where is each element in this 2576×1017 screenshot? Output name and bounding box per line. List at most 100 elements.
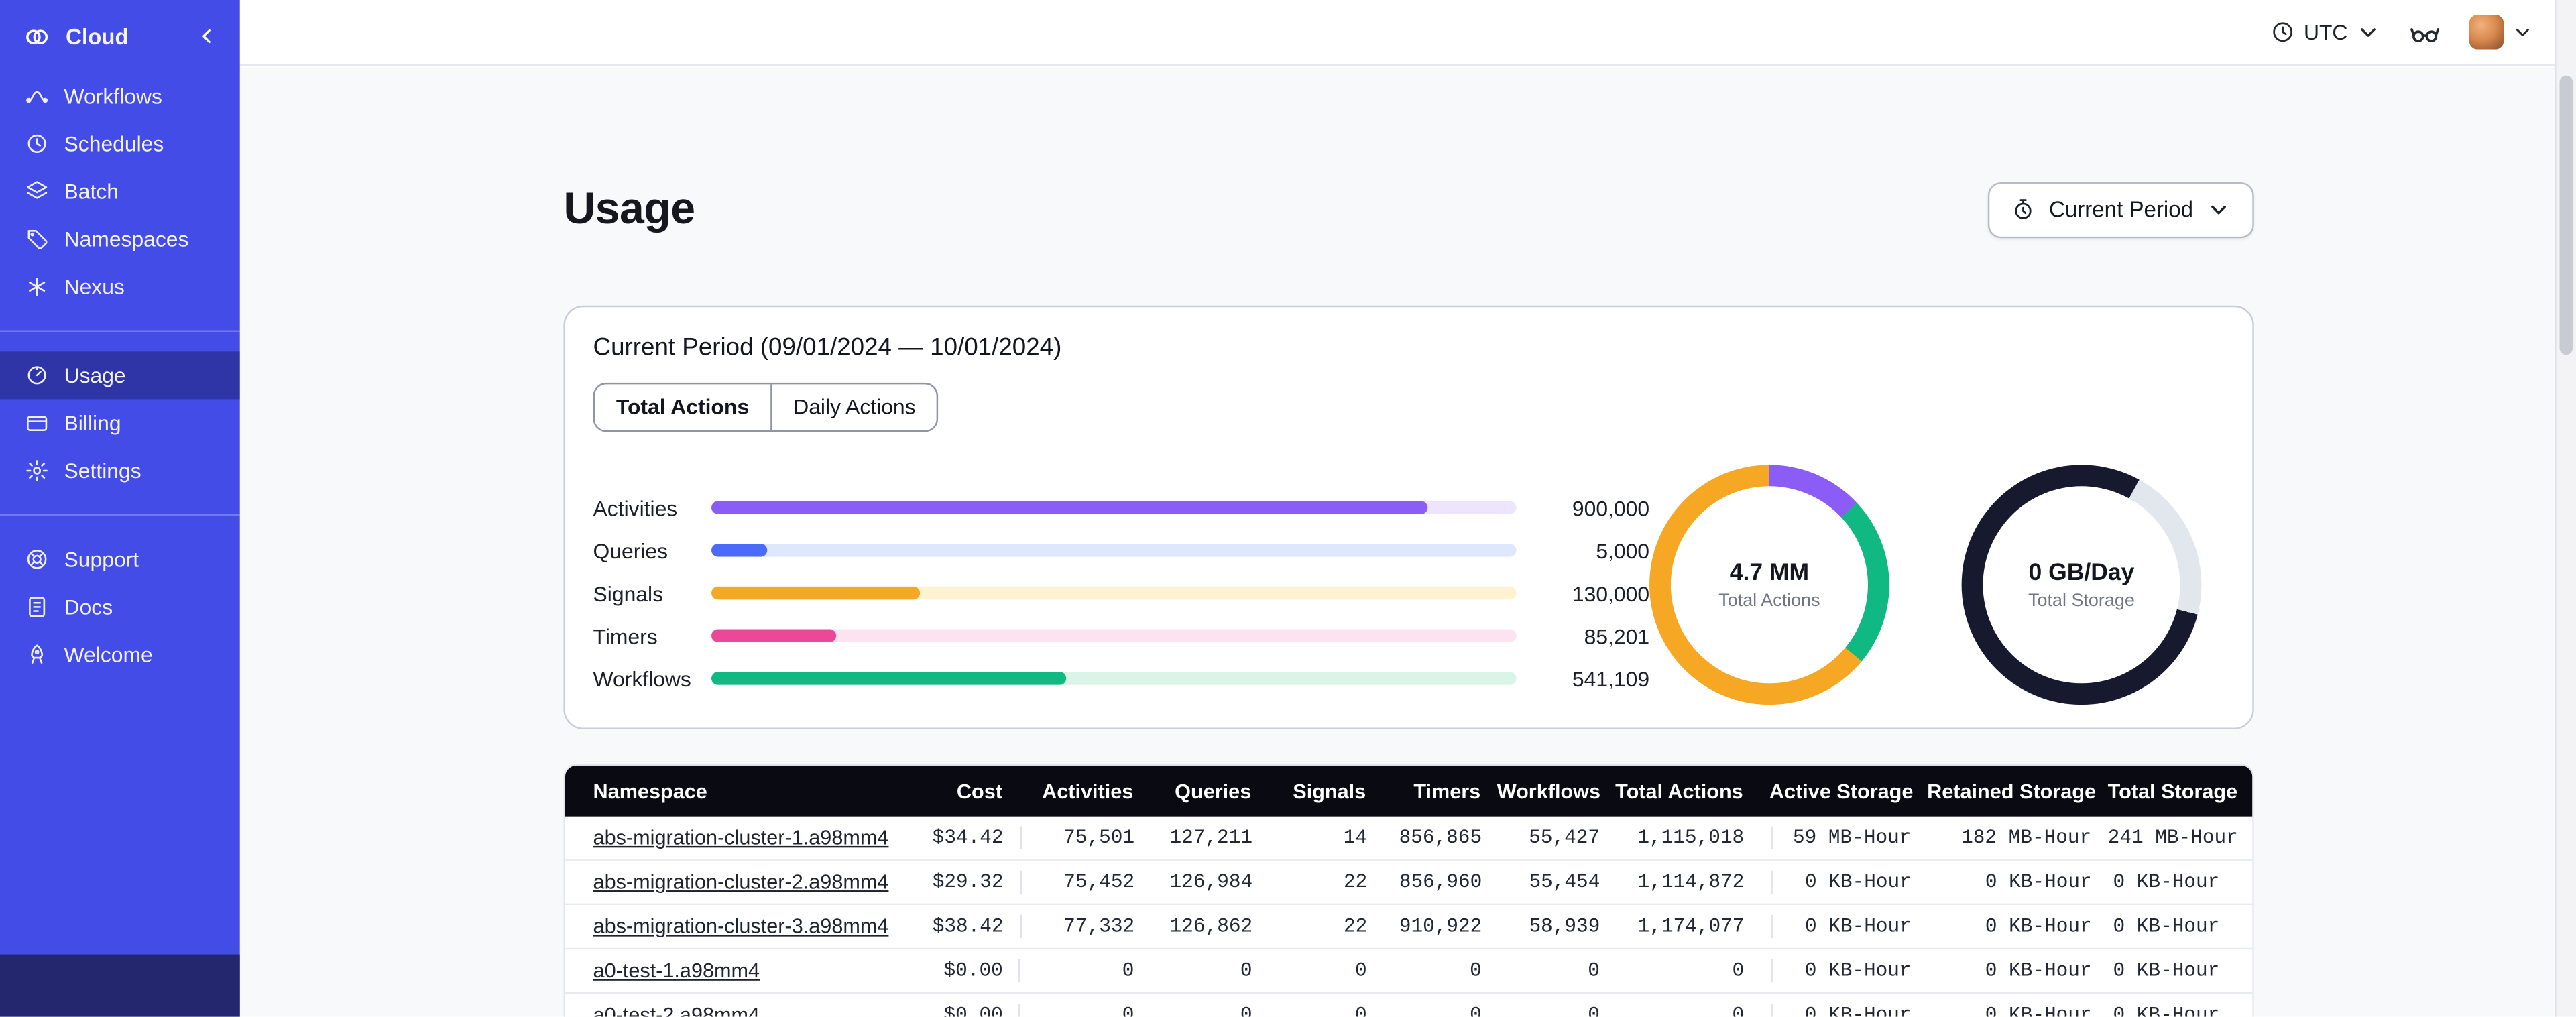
sidebar: Cloud Workflows Schedules Batch Namespaces N… <box>0 0 240 1017</box>
cell-activities: 75,452 <box>1020 871 1151 894</box>
tab-daily-actions[interactable]: Daily Actions <box>770 384 937 431</box>
sidebar-item-usage[interactable]: Usage <box>0 351 240 400</box>
sidebar-divider <box>0 330 240 332</box>
cell-timers: 910,922 <box>1399 915 1482 939</box>
cell-queries: 127,211 <box>1169 826 1253 850</box>
user-menu[interactable] <box>2469 15 2534 50</box>
cell-activities: 75,501 <box>1020 826 1151 850</box>
collapse-sidebar-button[interactable] <box>194 23 220 49</box>
sidebar-item-label: Settings <box>64 458 141 483</box>
bar-value: 85,201 <box>1584 623 1650 649</box>
table-body: abs-migration-cluster-1.a98mm4 $34.42 75,5… <box>565 817 2253 1017</box>
sidebar-item-batch[interactable]: Batch <box>0 168 240 215</box>
glasses-icon-button[interactable] <box>2408 15 2441 48</box>
cell-namespace: abs-migration-cluster-3.a98mm4 <box>565 912 889 941</box>
timezone-selector[interactable]: UTC <box>2271 19 2380 44</box>
sidebar-item-billing[interactable]: Billing <box>0 399 240 446</box>
page-title: Usage <box>563 184 695 234</box>
sidebar-item-nexus[interactable]: Nexus <box>0 263 240 310</box>
cell-cost: $0.00 <box>943 959 1003 983</box>
cell-signals: 22 <box>1343 915 1368 939</box>
cell-activities: 0 <box>1019 1004 1151 1017</box>
bar-row-queries: Queries 5,000 <box>593 529 1650 572</box>
cell-signals: 0 <box>1355 1004 1367 1017</box>
column-header-timers: Timers <box>1413 780 1481 803</box>
table-row: abs-migration-cluster-2.a98mm4 $29.32 75,4… <box>565 861 2253 906</box>
bar-track <box>711 629 1517 643</box>
cell-namespace: a0-test-1.a98mm4 <box>565 956 885 985</box>
table-row: abs-migration-cluster-1.a98mm4 $34.42 75,5… <box>565 817 2253 861</box>
scrollbar-thumb[interactable] <box>2559 75 2573 355</box>
total-actions-value: 4.7 MM <box>1729 559 1810 586</box>
table-row: abs-migration-cluster-3.a98mm4 $38.42 77,3… <box>565 905 2253 950</box>
schedules-icon <box>25 131 50 156</box>
cell-namespace: a0-test-2.a98mm4 <box>565 1001 885 1016</box>
cell-cost: $29.32 <box>932 871 1004 894</box>
sidebar-item-label: Nexus <box>64 274 125 299</box>
bar-value: 5,000 <box>1596 538 1650 563</box>
column-header-activities: Activities <box>1042 780 1134 803</box>
total-storage-value: 0 GB/Day <box>2028 559 2135 586</box>
sidebar-item-label: Usage <box>64 363 126 388</box>
bar-track <box>711 501 1517 515</box>
column-header-namespace: Namespace <box>593 780 707 803</box>
sidebar-item-schedules[interactable]: Schedules <box>0 120 240 168</box>
cell-timers: 0 <box>1470 1004 1482 1017</box>
cell-workflows: 0 <box>1588 959 1600 983</box>
cell-workflows: 0 <box>1588 1004 1600 1017</box>
column-header-cost: Cost <box>956 780 1002 803</box>
sidebar-item-support[interactable]: Support <box>0 536 240 583</box>
cell-active-storage: 0 KB-Hour <box>1770 915 1928 939</box>
cell-activities: 0 <box>1019 959 1151 983</box>
sidebar-item-namespaces[interactable]: Namespaces <box>0 215 240 263</box>
column-header-retained-storage: Retained Storage <box>1927 780 2097 803</box>
cell-cost: $38.42 <box>932 915 1004 939</box>
chevron-down-icon <box>2516 29 2529 36</box>
bar-fill <box>711 672 1066 686</box>
bar-label: Workflows <box>593 666 691 691</box>
bar-fill <box>711 587 921 600</box>
bar-row-signals: Signals 130,000 <box>593 572 1650 615</box>
cell-retained-storage: 0 KB-Hour <box>1985 915 2092 939</box>
cell-total-actions: 1,174,077 <box>1637 915 1745 939</box>
welcome-icon <box>25 642 50 667</box>
support-icon <box>25 547 50 572</box>
page-scrollbar[interactable] <box>2555 0 2576 1017</box>
bar-fill <box>711 501 1428 515</box>
batch-icon <box>25 179 50 204</box>
cell-total-storage: 241 MB-Hour <box>2107 826 2238 850</box>
billing-icon <box>25 411 50 436</box>
cell-cost: $0.00 <box>943 1004 1003 1017</box>
total-storage-label: Total Storage <box>2028 591 2135 611</box>
namespace-link[interactable]: abs-migration-cluster-1.a98mm4 <box>593 827 889 849</box>
bar-track <box>711 544 1517 558</box>
namespace-link[interactable]: abs-migration-cluster-2.a98mm4 <box>593 871 889 894</box>
namespace-link[interactable]: a0-test-2.a98mm4 <box>593 1004 760 1016</box>
period-selector-button[interactable]: Current Period <box>1988 181 2254 238</box>
workflows-icon <box>25 84 50 109</box>
sidebar-item-welcome[interactable]: Welcome <box>0 631 240 678</box>
bar-value: 541,109 <box>1572 666 1650 691</box>
column-header-total-actions: Total Actions <box>1615 780 1743 803</box>
sidebar-item-workflows[interactable]: Workflows <box>0 72 240 120</box>
cell-workflows: 58,939 <box>1529 915 1600 939</box>
tab-total-actions[interactable]: Total Actions <box>595 385 770 431</box>
chevron-down-icon <box>2211 206 2226 215</box>
sidebar-item-settings[interactable]: Settings <box>0 446 240 494</box>
cell-total-storage: 0 KB-Hour <box>2113 871 2220 894</box>
sidebar-nav-main: Workflows Schedules Batch Namespaces Nexus <box>0 72 240 310</box>
namespace-link[interactable]: a0-test-1.a98mm4 <box>593 959 760 982</box>
cell-workflows: 55,454 <box>1529 871 1600 894</box>
cell-signals: 22 <box>1343 871 1368 894</box>
sidebar-item-docs[interactable]: Docs <box>0 583 240 631</box>
chevron-down-icon <box>2361 28 2376 37</box>
cell-retained-storage: 0 KB-Hour <box>1985 1004 2092 1017</box>
settings-icon <box>25 459 50 483</box>
namespace-link[interactable]: abs-migration-cluster-3.a98mm4 <box>593 915 889 938</box>
cell-total-storage: 0 KB-Hour <box>2113 959 2220 983</box>
cell-namespace: abs-migration-cluster-1.a98mm4 <box>565 823 889 853</box>
actions-tab-group: Total Actions Daily Actions <box>593 383 939 432</box>
bar-fill <box>711 629 837 643</box>
cell-timers: 856,960 <box>1399 871 1482 894</box>
sidebar-item-label: Workflows <box>64 83 162 109</box>
